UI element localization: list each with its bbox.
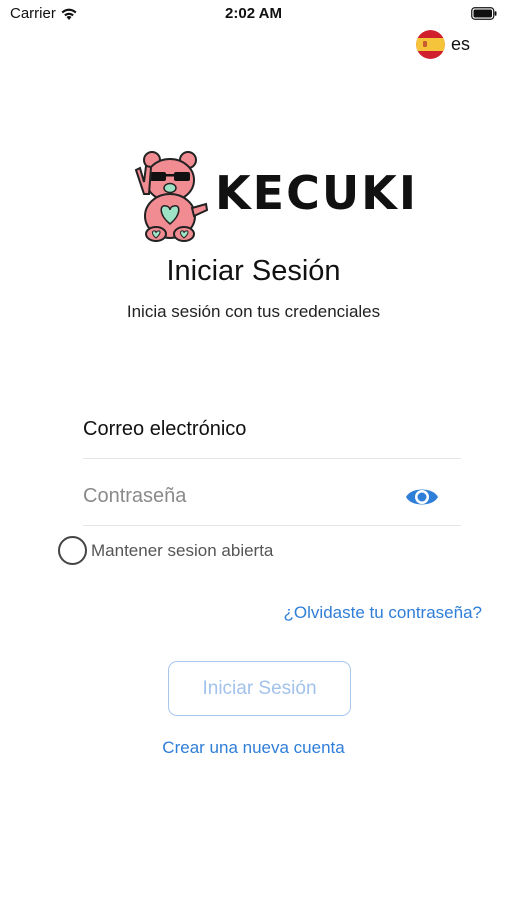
status-bar: Carrier 2:02 AM xyxy=(0,0,507,28)
create-account-link[interactable]: Crear una nueva cuenta xyxy=(0,738,507,758)
checkbox-circle-icon[interactable] xyxy=(58,536,87,565)
forgot-password-link[interactable]: ¿Olvidaste tu contraseña? xyxy=(284,603,482,623)
status-time: 2:02 AM xyxy=(225,5,282,22)
language-selector[interactable]: es xyxy=(416,30,470,59)
password-field-container xyxy=(83,481,461,526)
app-logo: KECUKI xyxy=(130,150,416,242)
page-subtitle: Inicia sesión con tus credenciales xyxy=(126,302,381,321)
login-screen: Carrier 2:02 AM es KECUKI Iniciar Sesión… xyxy=(0,0,507,900)
spain-flag-icon xyxy=(416,30,445,59)
app-wordmark: KECUKI xyxy=(215,166,418,220)
battery-icon xyxy=(471,7,497,20)
email-field[interactable] xyxy=(83,414,383,444)
email-field-container xyxy=(83,414,461,459)
language-code: es xyxy=(451,34,471,54)
bear-mascot-icon xyxy=(134,151,209,242)
login-button[interactable]: Iniciar Sesión xyxy=(168,661,351,716)
keep-session-label: Mantener sesion abierta xyxy=(91,540,274,560)
keep-session-checkbox[interactable]: Mantener sesion abierta xyxy=(58,536,273,565)
page-title: Iniciar Sesión xyxy=(166,255,341,287)
password-field[interactable] xyxy=(83,481,383,511)
eye-icon[interactable] xyxy=(405,485,439,509)
